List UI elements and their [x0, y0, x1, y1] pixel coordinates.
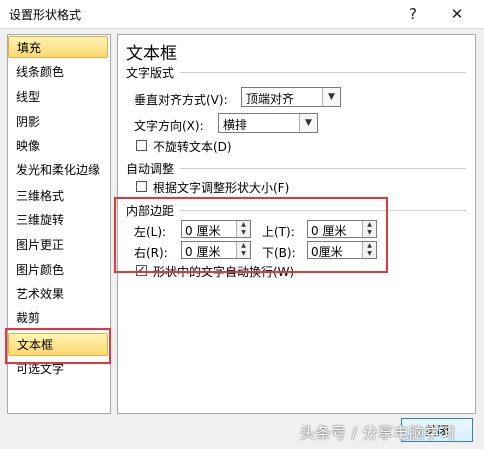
sidebar-item-picture-corrections[interactable]: 图片更正 — [8, 234, 108, 256]
text-direction-value: 横排 — [223, 118, 248, 132]
sidebar-item-crop[interactable]: 裁剪 — [8, 307, 108, 329]
sidebar-item-line-color[interactable]: 线条颜色 — [8, 61, 108, 83]
sidebar-item-line-style[interactable]: 线型 — [8, 86, 108, 108]
vertical-align-value: 顶端对齐 — [246, 92, 295, 106]
resize-shape-checkbox[interactable] — [136, 181, 147, 192]
no-rotate-label: 不旋转文本(D) — [153, 140, 232, 154]
section-text-layout: 文字版式 — [126, 66, 175, 80]
vertical-align-dropdown[interactable]: 顶端对齐 ▼ — [241, 87, 341, 107]
highlight-box-margins — [114, 197, 388, 273]
sidebar-item-fill[interactable]: 填充 — [8, 36, 108, 58]
section-divider — [180, 72, 466, 73]
no-rotate-checkbox[interactable] — [136, 140, 147, 151]
sidebar-item-3d-rotation[interactable]: 三维旋转 — [8, 209, 108, 231]
sidebar-item-3d-format[interactable]: 三维格式 — [8, 185, 108, 207]
close-icon[interactable]: ✕ — [442, 2, 472, 26]
help-icon[interactable]: ? — [398, 2, 428, 26]
sidebar-item-picture-color[interactable]: 图片颜色 — [8, 259, 108, 281]
chevron-down-icon: ▼ — [299, 114, 317, 132]
section-autofit: 自动调整 — [126, 162, 175, 176]
sidebar-item-glow[interactable]: 发光和柔化边缘 — [8, 159, 108, 181]
text-direction-label: 文字方向(X): — [134, 119, 204, 133]
section-divider — [180, 168, 466, 169]
sidebar-item-shadow[interactable]: 阴影 — [8, 111, 108, 133]
panel-heading: 文本框 — [126, 44, 177, 64]
dialog-title: 设置形状格式 — [9, 8, 82, 22]
watermark: 头条号 / 分享电脑学习 — [300, 424, 456, 442]
vertical-align-label: 垂直对齐方式(V): — [134, 93, 228, 107]
sidebar-item-reflection[interactable]: 映像 — [8, 135, 108, 157]
highlight-box-sidebar — [5, 328, 111, 364]
chevron-down-icon: ▼ — [322, 88, 340, 106]
sidebar-item-artistic-effects[interactable]: 艺术效果 — [8, 283, 108, 305]
text-direction-dropdown[interactable]: 横排 ▼ — [218, 113, 318, 133]
resize-shape-label: 根据文字调整形状大小(F) — [153, 181, 290, 195]
